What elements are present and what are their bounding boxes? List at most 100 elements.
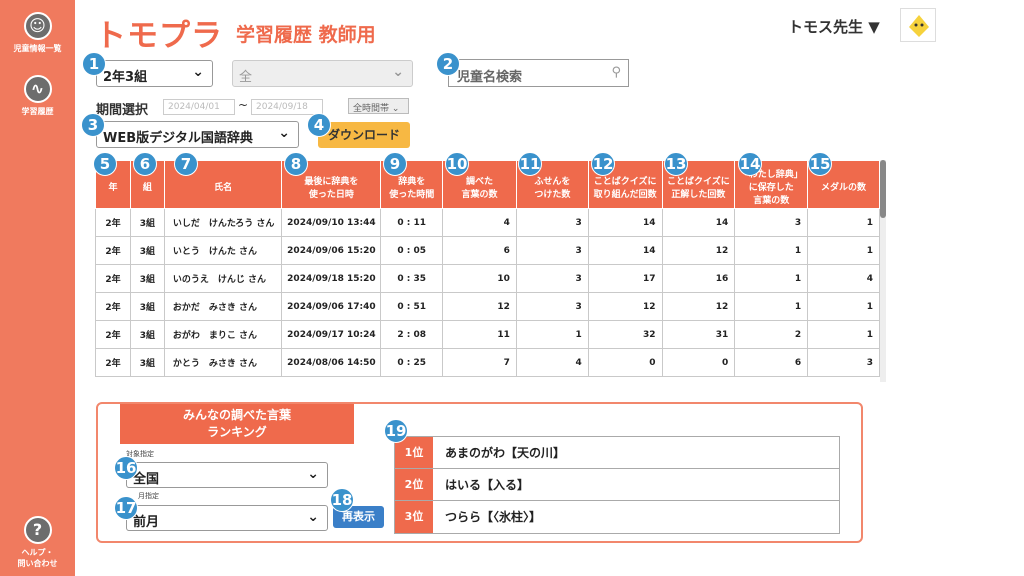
table-header-row: 年組氏名 最後に辞典を 使った日時 辞典を 使った時間 調べた 言葉の数 ふせんを つけ… xyxy=(95,160,880,209)
table-cell: 3組 xyxy=(129,348,165,377)
date-from-input[interactable]: 2024/04/01 xyxy=(163,99,235,115)
table-row[interactable]: 2年 3組 いとう けんた さん 2024/09/06 15:20 0 : 05 6 3 14… xyxy=(95,236,880,265)
period-label: 期間選択 xyxy=(96,103,149,118)
date-separator: ~ xyxy=(238,98,249,112)
sub-select[interactable]: 全 ⌄ xyxy=(232,60,413,87)
table-row[interactable]: 2年 3組 いのうえ けんじ さん 2024/09/18 15:20 0 : 35 10 3… xyxy=(95,264,880,293)
chevron-down-icon: ⌄ xyxy=(391,104,400,114)
ranking-title-line-1: みんなの調べた言葉 xyxy=(182,408,291,422)
table-row[interactable]: 2年 3組 かとう みさき さん 2024/08/06 14:50 0 : 25 7 4 0 0… xyxy=(95,348,880,377)
ranking-title-line-2: ランキング xyxy=(207,425,267,439)
annotation-badge: 6 xyxy=(133,152,157,176)
table-cell: 1 xyxy=(734,236,809,265)
table-cell: いのうえ けんじ さん xyxy=(163,264,283,293)
table-cell: 2年 xyxy=(95,236,131,265)
table-cell: 3組 xyxy=(129,264,165,293)
chart-icon: ∿ xyxy=(23,75,52,103)
table-row[interactable]: 2年 3組 いしだ けんたろう さん 2024/09/10 13:44 0 : 11 4 3… xyxy=(95,208,880,237)
table-cell: 3組 xyxy=(129,292,165,321)
table-cell: 1 xyxy=(807,292,880,321)
table-cell: 3 xyxy=(734,208,809,237)
ranking-row[interactable]: 2位 はいる【入る】 xyxy=(395,469,839,501)
sub-select-value: 全 xyxy=(239,70,253,85)
table-cell: 6 xyxy=(734,348,809,377)
annotation-badge: 13 xyxy=(664,152,688,176)
annotation-badge: 5 xyxy=(93,152,117,176)
annotation-badge: 19 xyxy=(384,419,408,443)
table-cell: 17 xyxy=(587,264,663,293)
ranking-title: みんなの調べた言葉 ランキング xyxy=(120,404,354,444)
table-cell: 4 xyxy=(442,208,517,237)
sidebar: ☺ 児童情報一覧 ∿ 学習履歴 ? ヘルプ・ 問い合わせ xyxy=(0,0,75,576)
sidebar-item-learning-history[interactable]: ∿ 学習履歴 xyxy=(0,75,75,117)
table-cell: かとう みさき さん xyxy=(163,348,283,377)
table-cell: 3組 xyxy=(129,320,165,349)
table-cell: 12 xyxy=(587,292,663,321)
table-cell: 0 : 11 xyxy=(380,208,444,237)
download-button[interactable]: ダウンロード xyxy=(318,122,410,148)
time-range-select[interactable]: 全時間帯 ⌄ xyxy=(348,98,409,114)
help-label-2: 問い合わせ xyxy=(17,559,58,568)
table-cell: 31 xyxy=(661,320,736,349)
annotation-badge: 18 xyxy=(330,488,354,512)
time-range-value: 全時間帯 xyxy=(353,104,390,114)
rank-word: はいる【入る】 xyxy=(445,478,530,492)
ranking-row[interactable]: 1位 あまのがわ【天の川】 xyxy=(395,437,839,469)
annotation-badge: 11 xyxy=(518,152,542,176)
help-label-1: ヘルプ・ xyxy=(21,548,54,557)
user-menu[interactable]: トモス先生 ▼ xyxy=(788,16,880,37)
table-cell: おかだ みさき さん xyxy=(163,292,283,321)
month-select[interactable]: 前月 ⌄ xyxy=(126,505,328,531)
annotation-badge: 2 xyxy=(436,52,460,76)
table-cell: 12 xyxy=(661,292,736,321)
annotation-badge: 16 xyxy=(114,456,138,480)
search-icon[interactable]: ⚲ xyxy=(611,65,621,80)
chevron-down-icon: ⌄ xyxy=(278,125,290,141)
table-cell: 32 xyxy=(587,320,663,349)
table-row[interactable]: 2年 3組 おがわ まりこ さん 2024/09/17 10:24 2 : 08 11 1 3… xyxy=(95,320,880,349)
table-cell: 1 xyxy=(515,320,589,349)
chevron-down-icon: ⌄ xyxy=(392,64,404,80)
sidebar-item-student-list[interactable]: ☺ 児童情報一覧 xyxy=(0,12,75,54)
search-input[interactable]: 児童名検索 ⚲ xyxy=(448,59,629,87)
annotation-badge: 3 xyxy=(81,113,105,137)
annotation-badge: 15 xyxy=(808,152,832,176)
table-cell: 2024/08/06 14:50 xyxy=(281,348,382,377)
ranking-row[interactable]: 3位 つらら【〈氷柱〉】 xyxy=(395,501,839,533)
table-cell: 2024/09/06 15:20 xyxy=(281,236,382,265)
table-cell: 2年 xyxy=(95,208,131,237)
annotation-badge: 1 xyxy=(82,52,106,76)
annotation-badge: 10 xyxy=(445,152,469,176)
table-cell: 0 : 05 xyxy=(380,236,444,265)
table-cell: 2 : 08 xyxy=(380,320,444,349)
search-placeholder: 児童名検索 xyxy=(457,70,523,85)
table-cell: 2024/09/10 13:44 xyxy=(281,208,382,237)
rank-word: あまのがわ【天の川】 xyxy=(445,446,566,460)
scrollbar-thumb[interactable] xyxy=(880,160,886,218)
chevron-down-icon: ⌄ xyxy=(192,64,204,80)
avatar[interactable] xyxy=(900,8,936,42)
table-cell: 2 xyxy=(734,320,809,349)
table-cell: 3 xyxy=(807,348,880,377)
table-cell: 12 xyxy=(442,292,517,321)
table-cell: 1 xyxy=(807,320,880,349)
table-cell: 2年 xyxy=(95,264,131,293)
target-select[interactable]: 全国 ⌄ xyxy=(126,462,328,488)
sidebar-item-label: 学習履歴 xyxy=(21,107,54,116)
table-cell: 16 xyxy=(661,264,736,293)
date-to-input[interactable]: 2024/09/18 xyxy=(251,99,323,115)
annotation-badge: 17 xyxy=(114,496,138,520)
question-icon: ? xyxy=(23,516,52,544)
chevron-down-icon: ⌄ xyxy=(307,509,319,525)
dictionary-select[interactable]: WEB版デジタル国語辞典 ⌄ xyxy=(96,121,299,148)
table-cell: 0 : 25 xyxy=(380,348,444,377)
table-cell: 14 xyxy=(661,208,736,237)
smile-icon: ☺ xyxy=(23,12,52,40)
table-cell: 2024/09/06 17:40 xyxy=(281,292,382,321)
class-select[interactable]: 2年3組 ⌄ xyxy=(96,60,213,87)
table-cell: 10 xyxy=(442,264,517,293)
table-cell: 3 xyxy=(515,292,589,321)
sidebar-item-help[interactable]: ? ヘルプ・ 問い合わせ xyxy=(0,516,75,569)
table-row[interactable]: 2年 3組 おかだ みさき さん 2024/09/06 17:40 0 : 51 12 3 1… xyxy=(95,292,880,321)
table-cell: 0 : 35 xyxy=(380,264,444,293)
